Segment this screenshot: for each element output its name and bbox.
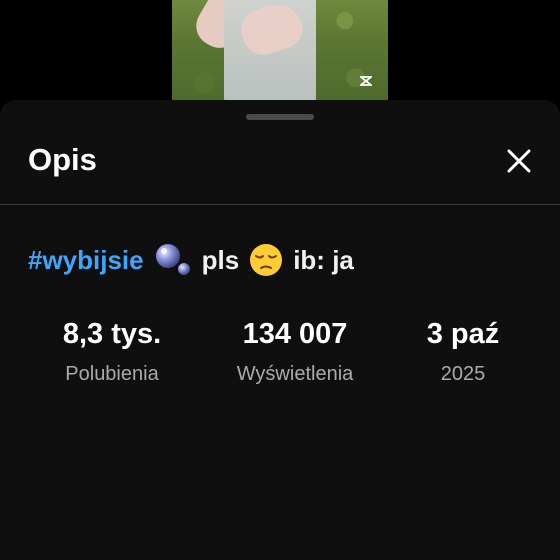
sheet-title: Opis (28, 142, 97, 177)
views-label: Wyświetlenia (236, 363, 354, 385)
bubbles-emoji (154, 242, 192, 278)
views-stat: 134 007 Wyświetlenia (237, 318, 354, 386)
hashtag-link[interactable]: #wybijsie (28, 245, 144, 276)
date-value: 3 paź (426, 318, 500, 350)
likes-label: Polubienia (65, 363, 159, 385)
close-icon (506, 148, 532, 179)
video-preview[interactable] (172, 0, 388, 104)
description-text-2: ib: ja (293, 244, 354, 275)
description-text-1: pls (201, 244, 240, 275)
divider (0, 204, 560, 205)
likes-value: 8,3 tys. (62, 318, 162, 350)
likes-stat: 8,3 tys. Polubienia (63, 318, 161, 386)
close-button[interactable] (500, 144, 538, 182)
date-year: 2025 (440, 363, 486, 385)
pensive-face-emoji (249, 243, 283, 277)
video-description: #wybijsie pls ib: ja (28, 242, 354, 278)
views-value: 134 007 (242, 318, 348, 350)
date-stat: 3 paź 2025 (427, 318, 500, 386)
description-sheet: Opis #wybijsie pls ib: ja 8,3 tys. Polub… (0, 100, 560, 560)
drag-handle[interactable] (246, 114, 314, 120)
capcut-logo-icon (358, 75, 374, 90)
